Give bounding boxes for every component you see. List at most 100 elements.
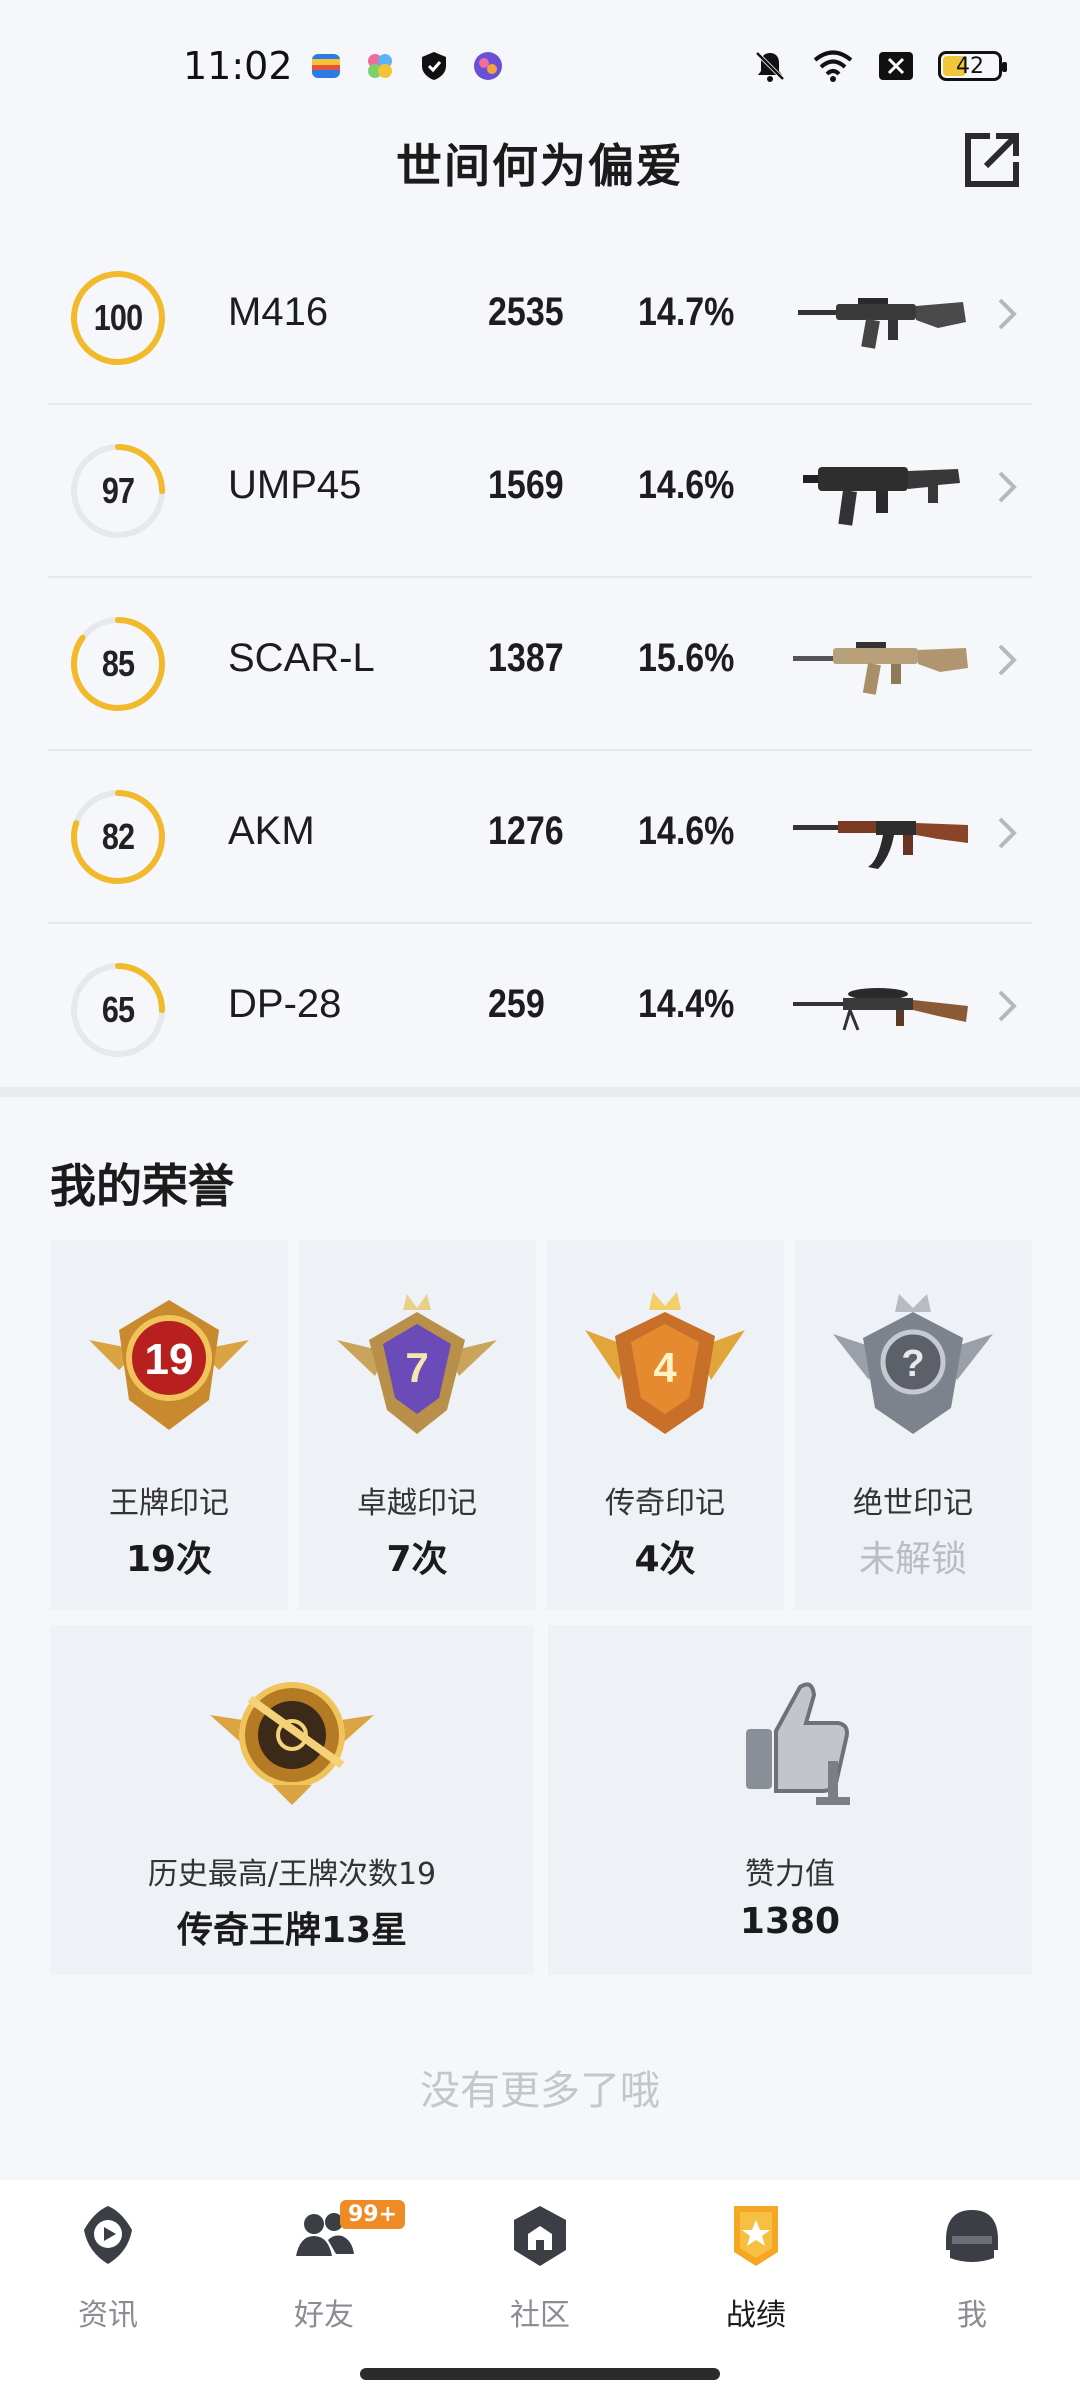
honor-label: 传奇印记 (605, 1486, 725, 1521)
bottom-nav: 资讯 99+ 好友 社区 战绩 我 (0, 2180, 1080, 2400)
battery-icon: 42 (938, 51, 1007, 81)
honor-card-legend[interactable]: 4 传奇印记 4次 (546, 1240, 784, 1610)
status-bar: 11:02 42 (0, 0, 1080, 130)
weapon-kills: 1387 (488, 636, 564, 680)
honor-card-ace[interactable]: 19 王牌印记 19次 (50, 1240, 288, 1610)
peerless-badge-icon: ? (833, 1294, 993, 1434)
weapon-row[interactable]: 85 SCAR-L 1387 15.6% (48, 578, 1032, 751)
honor-grid: 19 王牌印记 19次 7 卓越印记 7次 4 传奇印记 4次 ? 绝世印记 未… (50, 1240, 1032, 1610)
battery-cap (1002, 62, 1007, 72)
weapon-name: AKM (228, 809, 315, 853)
weapon-list: 100 M416 2535 14.7% 97 UMP45 1569 14.6% (0, 232, 1080, 1095)
section-divider (0, 1087, 1080, 1097)
friends-notification-badge: 99+ (340, 2200, 406, 2229)
mute-bell-icon (755, 51, 785, 82)
news-icon (84, 2206, 132, 2264)
stat-card-highest-rank[interactable]: 历史最高/王牌次数19 传奇王牌13星 (50, 1625, 534, 1975)
legend-badge-icon: 4 (585, 1292, 745, 1434)
weapon-row[interactable]: 100 M416 2535 14.7% (48, 232, 1032, 405)
honor-count: 7次 (386, 1539, 448, 1580)
sim-off-icon (879, 52, 913, 80)
status-right: 42 (752, 48, 1007, 84)
dp28-lmg-icon (793, 988, 968, 1031)
weapon-name: UMP45 (228, 463, 362, 507)
nav-label: 战绩 (726, 2298, 786, 2333)
nav-item-news[interactable]: 资讯 (0, 2180, 216, 2350)
nav-label: 社区 (510, 2298, 570, 2333)
stat-value: 1380 (739, 1901, 841, 1942)
wifi-icon (813, 50, 853, 82)
weapon-percent: 15.6% (638, 636, 735, 680)
nav-item-profile[interactable]: 我 (864, 2180, 1080, 2350)
ace-badge-number: 19 (145, 1335, 194, 1384)
weapon-name: DP-28 (228, 982, 342, 1026)
battery-level: 42 (956, 53, 984, 79)
honor-card-peerless[interactable]: ? 绝世印记 未解锁 (794, 1240, 1032, 1610)
weapon-row[interactable]: 97 UMP45 1569 14.6% (48, 405, 1032, 578)
thumbs-up-icon (746, 1682, 850, 1805)
excellence-badge-number: 7 (405, 1344, 428, 1391)
weapon-kills: 1276 (488, 809, 564, 853)
nav-item-community[interactable]: 社区 (432, 2180, 648, 2350)
photos-app-icon (368, 54, 392, 78)
weapon-score: 65 (101, 989, 135, 1030)
weapon-percent: 14.6% (638, 463, 735, 507)
honor-count-locked: 未解锁 (858, 1539, 967, 1580)
ump45-smg-icon (803, 467, 960, 526)
weapon-name: SCAR-L (228, 636, 375, 680)
honors-title: 我的荣誉 (50, 1159, 234, 1213)
weapon-percent: 14.7% (638, 290, 735, 334)
honor-count: 19次 (125, 1539, 213, 1580)
wallet-app-icon (312, 54, 340, 78)
weapon-name: M416 (228, 290, 329, 334)
home-indicator[interactable] (360, 2368, 720, 2380)
status-app-icons (310, 50, 504, 82)
weapon-score: 97 (101, 470, 135, 511)
nav-label: 好友 (294, 2298, 354, 2333)
peerless-badge-mark: ? (901, 1343, 924, 1385)
chevron-right-icon (998, 298, 1017, 330)
shield-app-icon (422, 52, 446, 80)
honor-label: 绝世印记 (853, 1486, 973, 1521)
game-app-icon (474, 52, 502, 80)
weapon-row[interactable]: 65 DP-28 259 14.4% (48, 924, 1032, 1095)
excellence-badge-icon: 7 (337, 1294, 497, 1434)
weapon-score: 100 (93, 297, 143, 338)
stat-card-likes[interactable]: 赞力值 1380 (548, 1625, 1032, 1975)
nav-item-record[interactable]: 战绩 (648, 2180, 864, 2350)
honor-label: 王牌印记 (109, 1486, 229, 1521)
header: 世间何为偏爱 (0, 130, 1080, 230)
ace-badge-icon: 19 (89, 1300, 249, 1430)
weapon-kills: 259 (488, 982, 545, 1026)
honor-count: 4次 (634, 1539, 696, 1580)
honor-label: 卓越印记 (357, 1486, 477, 1521)
legend-ace-emblem-icon (210, 1682, 374, 1805)
stat-label: 赞力值 (745, 1857, 835, 1892)
weapon-row[interactable]: 82 AKM 1276 14.6% (48, 751, 1032, 924)
weapon-kills: 2535 (488, 290, 564, 334)
weapon-kills: 1569 (488, 463, 564, 507)
weapon-score: 82 (101, 816, 135, 857)
legend-badge-number: 4 (653, 1344, 677, 1391)
end-of-list-text: 没有更多了哦 (420, 2068, 660, 2114)
share-button[interactable] (954, 122, 1030, 198)
nav-item-friends[interactable]: 99+ 好友 (216, 2180, 432, 2350)
profile-icon (946, 2210, 998, 2262)
record-icon (734, 2206, 778, 2266)
stat-grid: 历史最高/王牌次数19 传奇王牌13星 赞力值 1380 (50, 1625, 1032, 1975)
external-link-icon (965, 133, 1019, 187)
weapon-percent: 14.6% (638, 809, 735, 853)
honor-card-excellence[interactable]: 7 卓越印记 7次 (298, 1240, 536, 1610)
chevron-right-icon (998, 817, 1017, 849)
chevron-right-icon (998, 644, 1017, 676)
chevron-right-icon (998, 990, 1017, 1022)
stat-label: 历史最高/王牌次数19 (147, 1857, 437, 1892)
chevron-right-icon (998, 471, 1017, 503)
m416-rifle-icon (798, 298, 966, 349)
nav-label: 我 (957, 2298, 987, 2333)
page-title: 世间何为偏爱 (396, 139, 684, 193)
weapon-score: 85 (101, 643, 135, 684)
stat-value: 传奇王牌13星 (176, 1910, 408, 1951)
weapon-percent: 14.4% (638, 982, 735, 1026)
akm-rifle-icon (793, 821, 968, 869)
